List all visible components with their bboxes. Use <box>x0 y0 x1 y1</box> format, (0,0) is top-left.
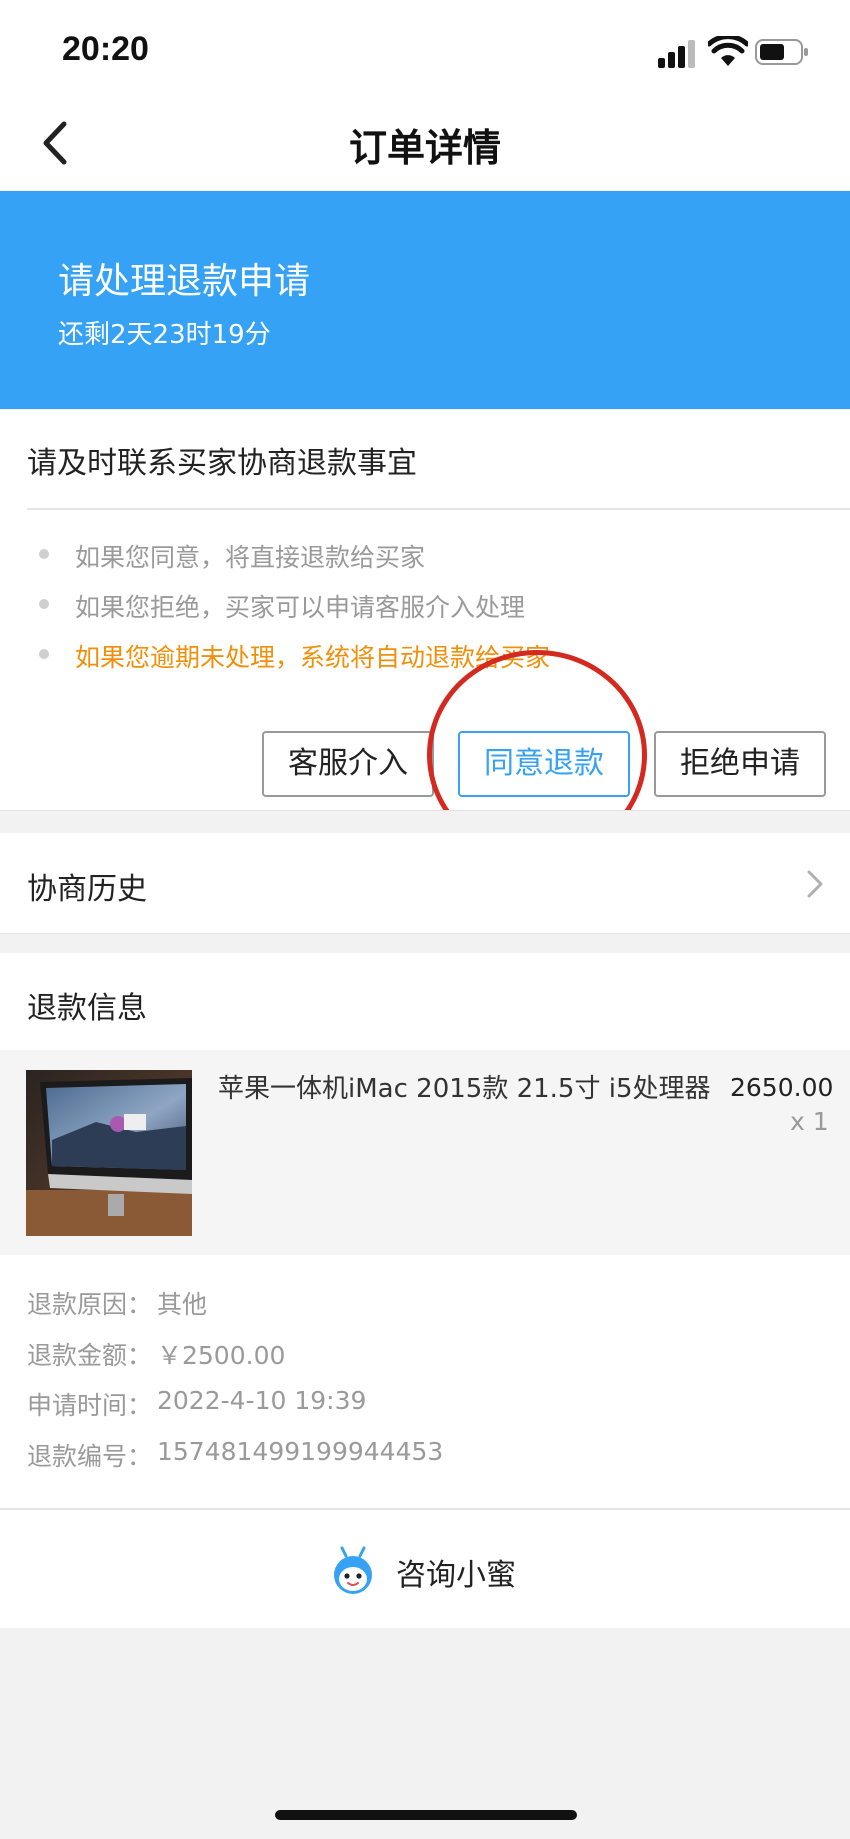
section-gap <box>0 810 850 833</box>
divider <box>27 508 850 510</box>
refund-info-heading: 退款信息 <box>27 991 147 1026</box>
page-title: 订单详情 <box>348 126 501 170</box>
home-indicator <box>275 1810 577 1820</box>
refund-reason-label: 退款原因： <box>27 1290 153 1319</box>
bullet-dot <box>39 649 49 659</box>
banner-title: 请处理退款申请 <box>58 261 311 302</box>
chevron-right-icon <box>807 870 823 898</box>
section-gap <box>0 933 850 954</box>
product-image <box>26 1070 192 1236</box>
refund-amount-label: 退款金额： <box>27 1341 153 1370</box>
status-time: 20:20 <box>62 30 149 68</box>
countdown-text: 还剩2天23时19分 <box>58 320 271 350</box>
cellular-signal-icon <box>658 40 695 68</box>
battery-icon <box>755 39 808 65</box>
refund-number-value: 157481499199944453 <box>157 1437 444 1466</box>
notice-heading: 请及时联系买家协商退款事宜 <box>27 446 417 481</box>
mascot-icon <box>334 1546 372 1594</box>
consult-label: 咨询小蜜 <box>396 1558 516 1593</box>
tip-reject: 如果您拒绝，买家可以申请客服介入处理 <box>75 593 526 622</box>
apply-time-value: 2022-4-10 19:39 <box>157 1386 367 1415</box>
product-name: 苹果一体机iMac 2015款 21.5寸 i5处理器 <box>218 1074 711 1104</box>
refund-number-label: 退款编号： <box>27 1442 153 1471</box>
bullet-dot <box>39 549 49 559</box>
customer-service-button[interactable]: 客服介入 <box>262 731 434 797</box>
reject-request-button[interactable]: 拒绝申请 <box>654 731 826 797</box>
bullet-dot <box>39 599 49 609</box>
refund-reason-value: 其他 <box>157 1290 208 1319</box>
history-label: 协商历史 <box>27 872 147 907</box>
product-price: 2650.00 <box>730 1073 834 1102</box>
product-quantity: x 1 <box>790 1107 829 1136</box>
apply-time-label: 申请时间： <box>27 1391 153 1420</box>
tip-agree: 如果您同意，将直接退款给买家 <box>75 543 426 572</box>
wifi-icon <box>708 36 748 66</box>
refund-amount-value: ￥2500.00 <box>157 1341 286 1370</box>
